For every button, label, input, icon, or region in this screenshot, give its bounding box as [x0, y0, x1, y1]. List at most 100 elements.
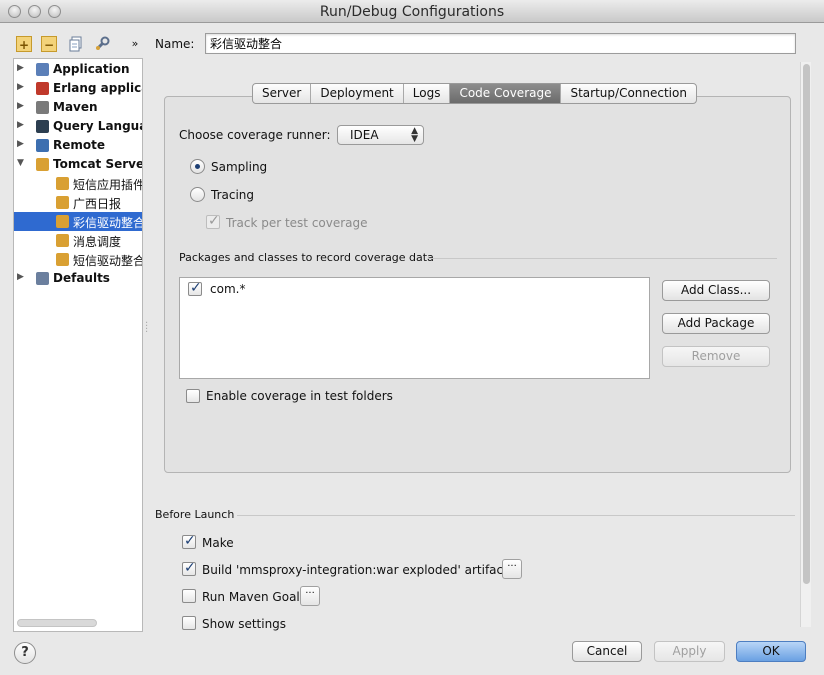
tree-item[interactable]: ▶ Maven — [14, 98, 142, 117]
track-per-test-checkbox[interactable] — [206, 213, 220, 229]
tab-logs[interactable]: Logs — [404, 84, 451, 103]
package-pattern[interactable]: com.* — [210, 282, 245, 296]
edit-defaults-button[interactable] — [94, 36, 110, 52]
cancel-button[interactable]: Cancel — [572, 641, 642, 662]
build-artifact-more-button[interactable]: ··· — [502, 559, 522, 579]
gear-icon — [36, 101, 49, 114]
tree-item-label: 消息调度 — [73, 235, 122, 249]
select-arrows-icon: ▲ ▼ — [411, 126, 418, 144]
collapsed-arrow-icon[interactable]: ▶ — [17, 139, 24, 149]
tree-item-label: Application — [53, 62, 130, 76]
tree-item[interactable]: ▶ Erlang application — [14, 79, 142, 98]
more-actions-button[interactable]: » — [127, 36, 143, 52]
package-checkbox[interactable] — [188, 280, 202, 296]
coverage-runner-select[interactable]: IDEA ▲ ▼ — [337, 125, 424, 145]
tomcat-icon — [56, 234, 69, 247]
tree-item-label: Query Language — [53, 119, 142, 133]
ok-button[interactable]: OK — [736, 641, 806, 662]
collapsed-arrow-icon[interactable]: ▶ — [17, 63, 24, 73]
tab-server[interactable]: Server — [253, 84, 312, 103]
tree-item-label: 彩信驱动整合 — [73, 216, 142, 230]
collapsed-arrow-icon[interactable]: ▶ — [17, 101, 24, 111]
tree-item-label: Tomcat Server — [53, 157, 142, 171]
tree-item[interactable]: ▼ Tomcat Server — [14, 155, 142, 174]
run-maven-goal-label: Run Maven Goal — [202, 590, 300, 604]
tree-item[interactable]: 短信驱动整合 — [14, 250, 142, 269]
tree-item-label: 广西日报 — [73, 197, 122, 211]
window-title: Run/Debug Configurations — [319, 4, 505, 20]
name-label: Name: — [155, 37, 195, 51]
tab-bar: Server Deployment Logs Code Coverage Startup… — [252, 83, 697, 104]
tree-item[interactable]: 彩信驱动整合 — [14, 212, 142, 231]
show-settings-checkbox[interactable] — [182, 616, 196, 630]
tracing-radio[interactable] — [190, 187, 205, 202]
apply-button[interactable]: Apply — [654, 641, 725, 662]
tab-code-coverage[interactable]: Code Coverage — [450, 84, 562, 103]
collapsed-arrow-icon[interactable]: ▶ — [17, 120, 24, 130]
tomcat-icon — [56, 253, 69, 266]
tracing-label: Tracing — [211, 188, 255, 202]
build-artifact-label: Build 'mmsproxy-integration:war exploded… — [202, 563, 508, 577]
run-maven-goal-more-button[interactable]: ··· — [300, 586, 320, 606]
enable-test-folders-label: Enable coverage in test folders — [206, 389, 393, 403]
add-configuration-button[interactable]: + — [16, 36, 32, 52]
tree-item[interactable]: ▶ Remote — [14, 136, 142, 155]
track-per-test-label: Track per test coverage — [226, 216, 368, 230]
configuration-tree[interactable]: ▶ Application ▶ Erlang application ▶ Maven ▶ Qu… — [13, 58, 143, 632]
sampling-radio[interactable] — [190, 159, 205, 174]
build-artifact-checkbox[interactable] — [182, 560, 196, 576]
tab-startup-connection[interactable]: Startup/Connection — [561, 84, 695, 103]
tree-item[interactable]: ▶ Query Language — [14, 117, 142, 136]
query-icon — [36, 120, 49, 133]
title-bar: Run/Debug Configurations — [0, 0, 824, 23]
tree-item[interactable]: 短信应用插件 — [14, 174, 142, 193]
defaults-icon — [36, 272, 49, 285]
tomcat-icon — [36, 158, 49, 171]
packages-section-label: Packages and classes to record coverage … — [179, 251, 434, 264]
splitter-handle[interactable]: · · · · — [145, 319, 148, 338]
wrench-icon — [95, 36, 110, 51]
before-launch-label: Before Launch — [155, 508, 235, 521]
tree-item-label: Remote — [53, 138, 106, 152]
tree-item[interactable]: ▶ Defaults — [14, 269, 142, 288]
help-button[interactable]: ? — [14, 642, 36, 664]
collapsed-arrow-icon[interactable]: ▶ — [17, 82, 24, 92]
make-checkbox[interactable] — [182, 533, 196, 549]
application-icon — [36, 63, 49, 76]
make-label: Make — [202, 536, 234, 550]
separator — [428, 258, 777, 259]
vertical-scrollbar[interactable] — [800, 62, 811, 627]
tree-item[interactable]: 消息调度 — [14, 231, 142, 250]
tomcat-icon — [56, 196, 69, 209]
remove-configuration-button[interactable]: − — [41, 36, 57, 52]
add-package-button[interactable]: Add Package — [662, 313, 770, 334]
enable-test-folders-checkbox[interactable] — [186, 389, 200, 403]
packages-list[interactable]: com.* — [179, 277, 650, 379]
tree-item-label: Erlang application — [53, 81, 142, 95]
tree-item-label: Defaults — [53, 271, 110, 285]
coverage-runner-label: Choose coverage runner: — [179, 128, 331, 142]
tomcat-icon — [56, 177, 69, 190]
tab-deployment[interactable]: Deployment — [311, 84, 404, 103]
sampling-label: Sampling — [211, 160, 268, 174]
remove-package-button[interactable]: Remove — [662, 346, 770, 367]
add-class-button[interactable]: Add Class... — [662, 280, 770, 301]
coverage-runner-value: IDEA — [350, 128, 379, 142]
name-field[interactable] — [205, 33, 796, 54]
tree-item-label: 短信应用插件 — [73, 178, 142, 192]
tomcat-icon — [56, 215, 69, 228]
tree-item-label: Maven — [53, 100, 98, 114]
tree-item[interactable]: ▶ Application — [14, 60, 142, 79]
show-settings-label: Show settings — [202, 617, 287, 631]
horizontal-scrollbar[interactable] — [17, 619, 97, 627]
copy-configuration-button[interactable] — [68, 36, 84, 52]
separator — [237, 515, 795, 516]
collapsed-arrow-icon[interactable]: ▶ — [17, 272, 24, 282]
tree-item[interactable]: 广西日报 — [14, 193, 142, 212]
tree-item-label: 短信驱动整合 — [73, 254, 142, 268]
expanded-arrow-icon[interactable]: ▼ — [17, 158, 24, 168]
remote-icon — [36, 139, 49, 152]
copy-icon — [69, 36, 82, 52]
run-maven-goal-checkbox[interactable] — [182, 589, 196, 603]
scrollbar-thumb[interactable] — [803, 64, 810, 584]
